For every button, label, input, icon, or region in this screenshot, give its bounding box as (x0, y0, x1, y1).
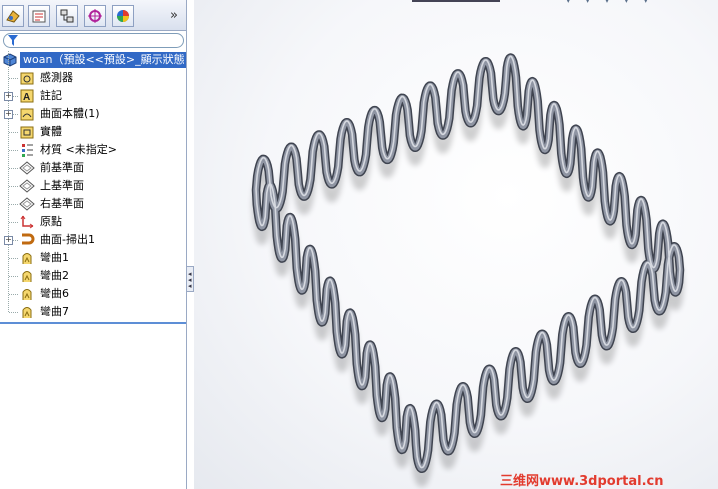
wire-highlight (255, 55, 681, 469)
tree-item-label: 彎曲7 (40, 305, 69, 318)
tree-item-label: 彎曲6 (40, 287, 69, 300)
tree-item[interactable]: + 曲面本體(1) (0, 105, 186, 123)
tree-branch-line (9, 258, 18, 259)
tree-item-label: 材質 <未指定> (40, 143, 117, 156)
property-manager-tab-icon[interactable] (28, 5, 50, 27)
tree-item[interactable]: 實體 (0, 123, 186, 141)
tree-item-label: 原點 (40, 215, 62, 228)
tree-branch-line (9, 276, 18, 277)
annotation-icon: A (20, 89, 34, 103)
sensor-icon (20, 72, 34, 85)
display-manager-tab-icon[interactable] (112, 5, 134, 27)
filter-icon (8, 35, 18, 46)
tree-item[interactable]: 上基準面 (0, 177, 186, 195)
tree-branch-line (9, 168, 18, 169)
origin-icon (20, 215, 34, 229)
configuration-manager-tab-icon[interactable] (56, 5, 78, 27)
flex-icon (22, 271, 32, 282)
flex-icon (22, 253, 32, 264)
tree-item[interactable]: 感測器 (0, 69, 186, 87)
tree-branch-line (9, 294, 18, 295)
tree-item-label: 前基準面 (40, 161, 84, 174)
tree-branch-line (9, 132, 18, 133)
tree-item[interactable]: 右基準面 (0, 195, 186, 213)
tree-branch-line (9, 78, 18, 79)
graphics-viewport[interactable] (194, 0, 718, 489)
wavy-wire-spring-frame-model (251, 53, 685, 487)
tree-item-label: 感測器 (40, 71, 73, 84)
view-toolbar-icons[interactable]: ▾ ▾ ▾ ▾ ▾ (566, 0, 654, 6)
expand-toggle-icon[interactable]: + (4, 92, 13, 101)
tree-branch-line (9, 150, 18, 151)
plane-icon (19, 197, 35, 211)
surface-bodies-icon (20, 108, 34, 121)
tree-item[interactable]: 材質 <未指定> (0, 141, 186, 159)
tree-item[interactable]: 彎曲6 (0, 285, 186, 303)
tree-item[interactable]: 彎曲2 (0, 267, 186, 285)
watermark-text: 三维网www.3dportal.cn (500, 474, 664, 489)
flex-icon (22, 307, 32, 318)
panel-separator (0, 322, 186, 324)
tree-item[interactable]: 彎曲1 (0, 249, 186, 267)
surface-sweep-icon (22, 233, 35, 245)
filter-bar[interactable] (3, 33, 184, 48)
svg-text:A: A (23, 92, 30, 103)
tree-item-label: 註記 (40, 89, 62, 102)
tree-item[interactable]: 彎曲7 (0, 303, 186, 321)
tree-item-label: 彎曲1 (40, 251, 69, 264)
flex-icon (22, 289, 32, 300)
panel-collapse-handle[interactable]: ◂ ◂ ◂ (186, 266, 194, 292)
tree-item[interactable]: + 曲面-掃出1 (0, 231, 186, 249)
tree-branch-line (9, 186, 18, 187)
tree-item[interactable]: 原點 (0, 213, 186, 231)
tree-branch-line (9, 222, 18, 223)
tree-item-label: 曲面本體(1) (40, 107, 100, 120)
panel-toolbar: » (0, 0, 186, 31)
tree-item-label: 實體 (40, 125, 62, 138)
feature-tree: 感測器 + A 註記 + 曲面本體(1) 實體材質 <未指定> 前基準面上基準面右基準面原點 +… (0, 51, 186, 323)
tree-item[interactable]: + A 註記 (0, 87, 186, 105)
tree-item-label: 上基準面 (40, 179, 84, 192)
feature-manager-panel: » woan（預設<<預設>_顯示狀態 感測器 + A 註記 + 曲面本體(1) 實體 材質 … (0, 0, 187, 489)
tree-item-label: 彎曲2 (40, 269, 69, 282)
expand-toggle-icon[interactable]: + (4, 110, 13, 119)
tree-branch-line (9, 204, 18, 205)
expand-toggle-icon[interactable]: + (4, 236, 13, 245)
viewport-top-toolbar-edge (412, 0, 500, 2)
solid-bodies-icon (20, 126, 34, 139)
material-icon (22, 144, 33, 157)
tree-item-label: 曲面-掃出1 (40, 233, 95, 246)
plane-icon (19, 161, 35, 175)
tree-branch-line (9, 312, 18, 313)
tree-item[interactable]: 前基準面 (0, 159, 186, 177)
tree-item-label: 右基準面 (40, 197, 84, 210)
feature-manager-tab-icon[interactable] (2, 5, 24, 27)
dimxpert-tab-icon[interactable] (84, 5, 106, 27)
plane-icon (19, 179, 35, 193)
more-tabs-chevron-icon[interactable]: » (170, 8, 178, 23)
